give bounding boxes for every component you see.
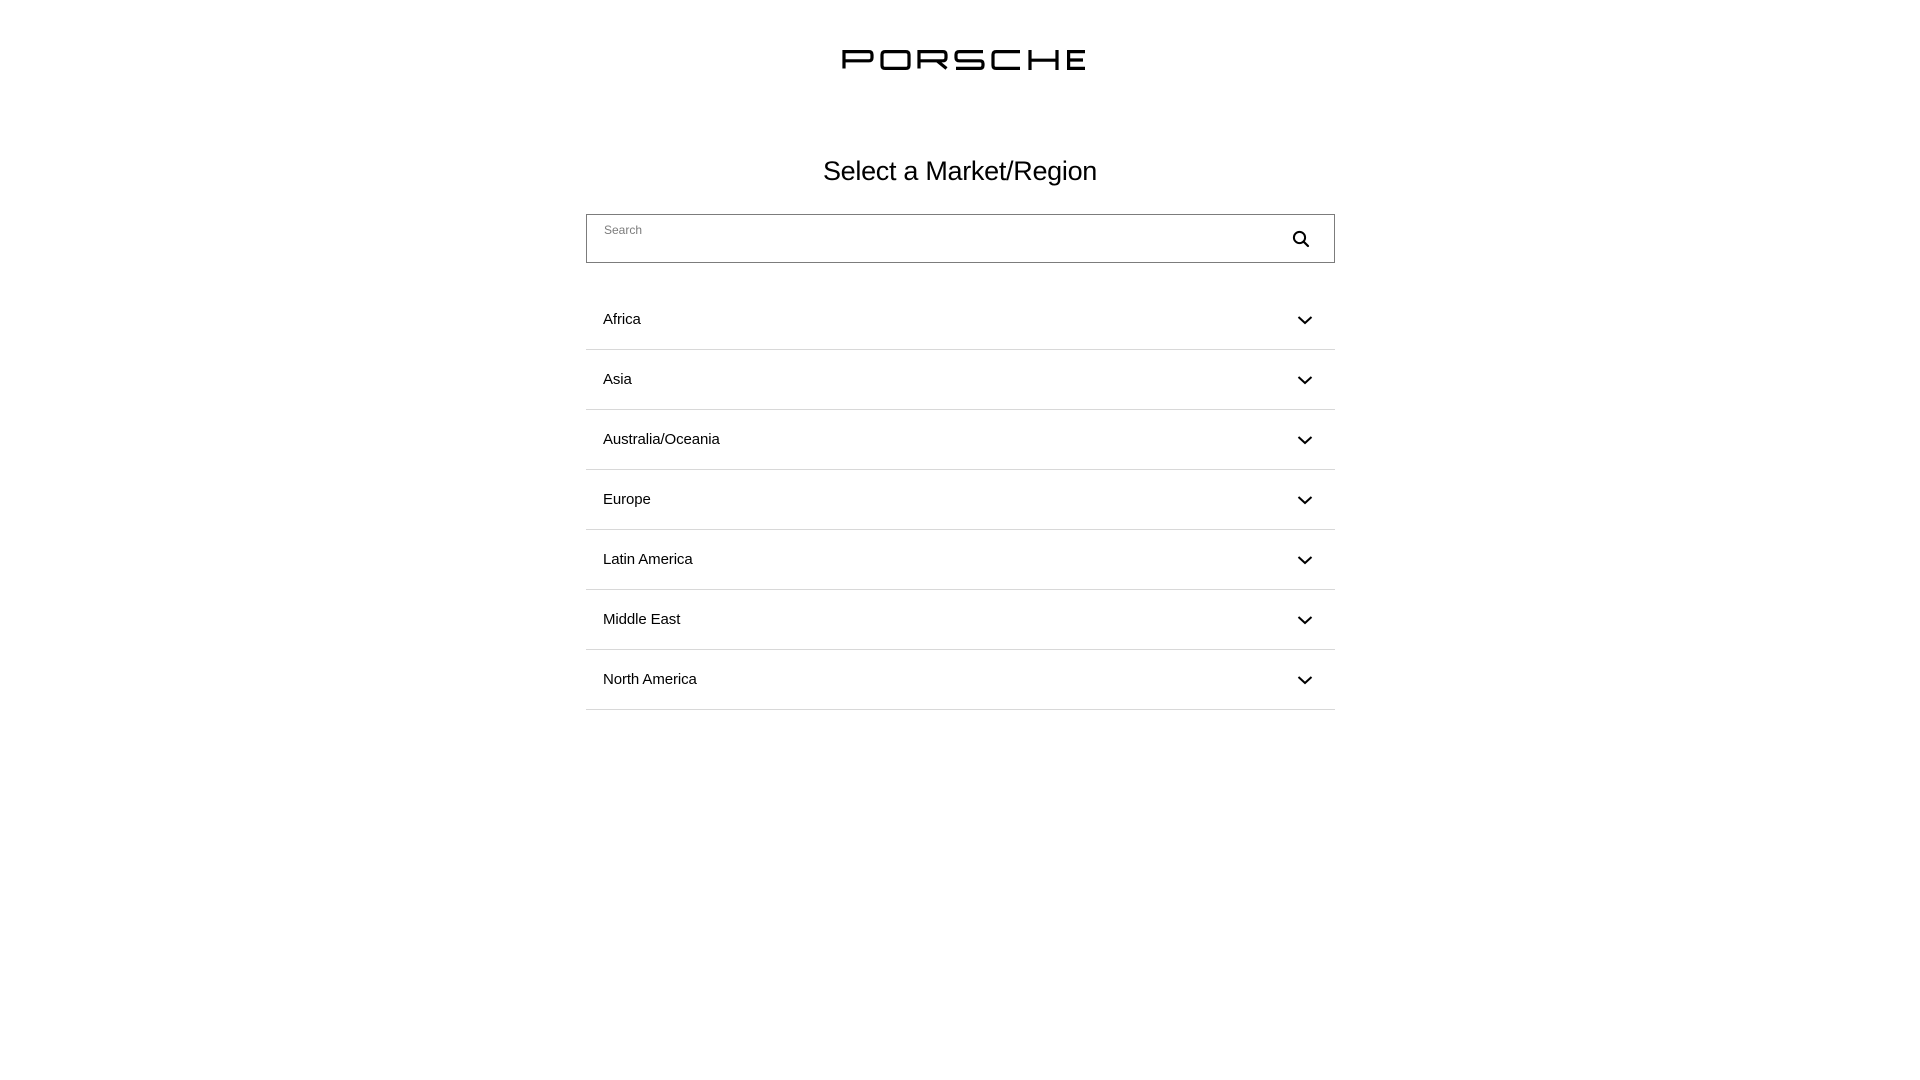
region-item-australia-oceania[interactable]: Australia/Oceania xyxy=(586,410,1335,470)
region-label: Europe xyxy=(603,491,651,508)
region-list: Africa Asia Australia/Oceania Europe Lat… xyxy=(586,290,1335,710)
page-title: Select a Market/Region xyxy=(822,156,1098,186)
chevron-down-icon[interactable] xyxy=(1297,315,1313,325)
region-label: Latin America xyxy=(603,551,693,568)
chevron-down-icon[interactable] xyxy=(1297,495,1313,505)
search-label: Search xyxy=(604,223,643,237)
region-label: North America xyxy=(603,671,697,688)
chevron-down-icon[interactable] xyxy=(1297,435,1313,445)
region-label: Australia/Oceania xyxy=(603,431,720,448)
region-item-north-america[interactable]: North America xyxy=(586,650,1335,710)
search-icon xyxy=(1292,230,1310,248)
region-label: Asia xyxy=(603,371,632,388)
region-item-middle-east[interactable]: Middle East xyxy=(586,590,1335,650)
region-item-europe[interactable]: Europe xyxy=(586,470,1335,530)
chevron-down-icon[interactable] xyxy=(1297,555,1313,565)
porsche-wordmark-icon xyxy=(842,50,1085,70)
chevron-down-icon[interactable] xyxy=(1297,675,1313,685)
chevron-down-icon[interactable] xyxy=(1297,375,1313,385)
search-input[interactable] xyxy=(603,237,1263,259)
region-item-latin-america[interactable]: Latin America xyxy=(586,530,1335,590)
page: Select a Market/Region Search Africa Asi… xyxy=(0,0,1920,1080)
porsche-logo[interactable] xyxy=(842,50,1086,70)
region-label: Middle East xyxy=(603,611,681,628)
region-item-asia[interactable]: Asia xyxy=(586,350,1335,410)
chevron-down-icon[interactable] xyxy=(1297,615,1313,625)
search-button[interactable] xyxy=(1290,228,1312,250)
search-field[interactable]: Search xyxy=(586,214,1335,263)
region-item-africa[interactable]: Africa xyxy=(586,290,1335,350)
region-label: Africa xyxy=(603,311,641,328)
